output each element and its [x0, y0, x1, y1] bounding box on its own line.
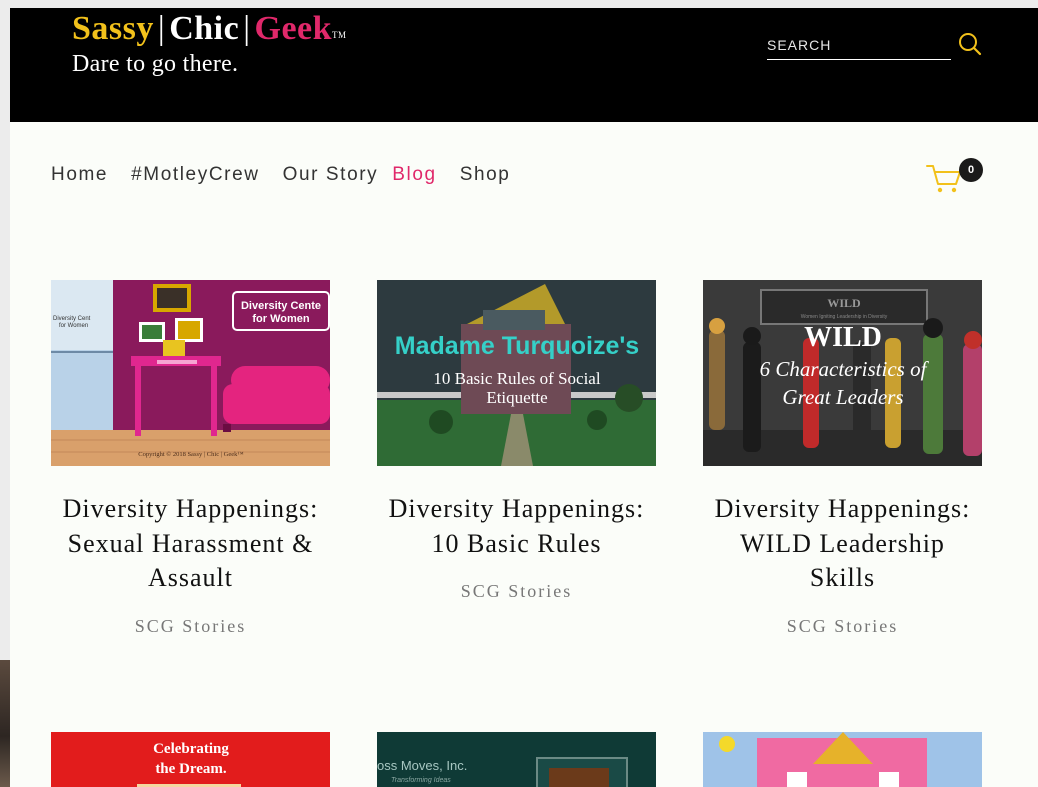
svg-text:10 Basic Rules of Social: 10 Basic Rules of Social: [433, 369, 600, 388]
image-headline: Madame Turquoize's: [395, 332, 639, 360]
logo-wordmark: Sassy | Chic | GeekTM: [72, 10, 347, 48]
cart-count-badge: 0: [959, 158, 983, 182]
post-image-celebrating-dream: Celebrating the Dream.: [51, 732, 330, 787]
post-title[interactable]: Diversity Happenings: Sexual Harassment …: [51, 492, 330, 596]
svg-text:WILD: WILD: [827, 296, 861, 310]
search-box: [767, 28, 951, 60]
svg-text:Diversity Cente: Diversity Cente: [241, 300, 321, 312]
post-thumbnail[interactable]: Madame Turquoize's 10 Basic Rules of Soc…: [377, 280, 656, 466]
nav-item-blog[interactable]: Blog: [392, 164, 436, 186]
post-thumbnail[interactable]: WILD Women Igniting Leadership in Divers…: [703, 280, 982, 466]
search-icon[interactable]: [957, 31, 983, 57]
fridge-note: Diversity Cent: [53, 316, 91, 322]
post-thumbnail[interactable]: oss Moves, Inc. Transforming Ideas: [377, 732, 656, 787]
post-thumbnail[interactable]: [703, 732, 982, 787]
post-image-boss-moves: oss Moves, Inc. Transforming Ideas: [377, 732, 656, 787]
main-nav: Home #MotleyCrew Our Story Blog Shop: [51, 164, 533, 186]
post-title[interactable]: Diversity Happenings: WILD Leadership Sk…: [703, 492, 982, 596]
svg-text:Women Igniting Leadership in D: Women Igniting Leadership in Diversity: [801, 314, 888, 320]
image-headline: WILD: [804, 322, 882, 353]
logo-tagline: Dare to go there.: [72, 51, 239, 77]
nav-item-motleycrew[interactable]: #MotleyCrew: [131, 164, 259, 186]
post-title[interactable]: Diversity Happenings: 10 Basic Rules: [377, 492, 656, 561]
site-logo[interactable]: Sassy | Chic | GeekTM Dare to go there.: [72, 10, 347, 78]
svg-text:the Dream.: the Dream.: [155, 761, 227, 777]
svg-text:Etiquette: Etiquette: [486, 388, 547, 407]
post-category[interactable]: SCG Stories: [703, 616, 982, 637]
cart-button[interactable]: 0: [925, 158, 985, 194]
copyright-text: Copyright © 2018 Sassy | Chic | Geek™: [138, 451, 244, 458]
page: Sassy|Chic|GeekTM Dare to go there. Home…: [10, 8, 1038, 787]
nav-item-shop[interactable]: Shop: [460, 164, 511, 186]
svg-text:Great Leaders: Great Leaders: [782, 385, 903, 409]
post-image-madame-turquoize: Madame Turquoize's 10 Basic Rules of Soc…: [377, 280, 656, 466]
svg-text:oss Moves, Inc.: oss Moves, Inc.: [377, 758, 467, 773]
logo-chic: Chic: [169, 10, 240, 47]
logo-geek: Geek: [254, 10, 333, 47]
svg-text:for Women: for Women: [59, 323, 88, 329]
svg-text:Celebrating: Celebrating: [153, 741, 229, 757]
svg-text:for Women: for Women: [252, 313, 310, 325]
logo-separator: |: [157, 10, 166, 47]
post-thumbnail[interactable]: Celebrating the Dream.: [51, 732, 330, 787]
post-card: Diversity Cent for Women Diversity Cente…: [51, 280, 330, 637]
nav-item-our-story[interactable]: Our Story: [283, 164, 379, 186]
post-thumbnail[interactable]: Diversity Cent for Women Diversity Cente…: [51, 280, 330, 466]
post-card: Madame Turquoize's 10 Basic Rules of Soc…: [377, 280, 656, 602]
logo-sassy: Sassy: [72, 10, 154, 47]
logo-separator: |: [243, 10, 251, 47]
post-category[interactable]: SCG Stories: [377, 581, 656, 602]
post-image-diversity-center: Diversity Cent for Women Diversity Cente…: [51, 280, 330, 466]
logo-trademark: TM: [332, 30, 347, 40]
post-card: WILD Women Igniting Leadership in Divers…: [703, 280, 982, 637]
site-header: Sassy | Chic | GeekTM Dare to go there.: [10, 8, 1038, 122]
post-image-wild: WILD Women Igniting Leadership in Divers…: [703, 280, 982, 466]
svg-text:Transforming Ideas: Transforming Ideas: [391, 777, 451, 784]
nav-item-home[interactable]: Home: [51, 164, 108, 186]
search-input[interactable]: [767, 28, 951, 56]
svg-text:6 Characteristics of: 6 Characteristics of: [760, 357, 930, 381]
post-category[interactable]: SCG Stories: [51, 616, 330, 637]
post-image-pink-house: [703, 732, 982, 787]
